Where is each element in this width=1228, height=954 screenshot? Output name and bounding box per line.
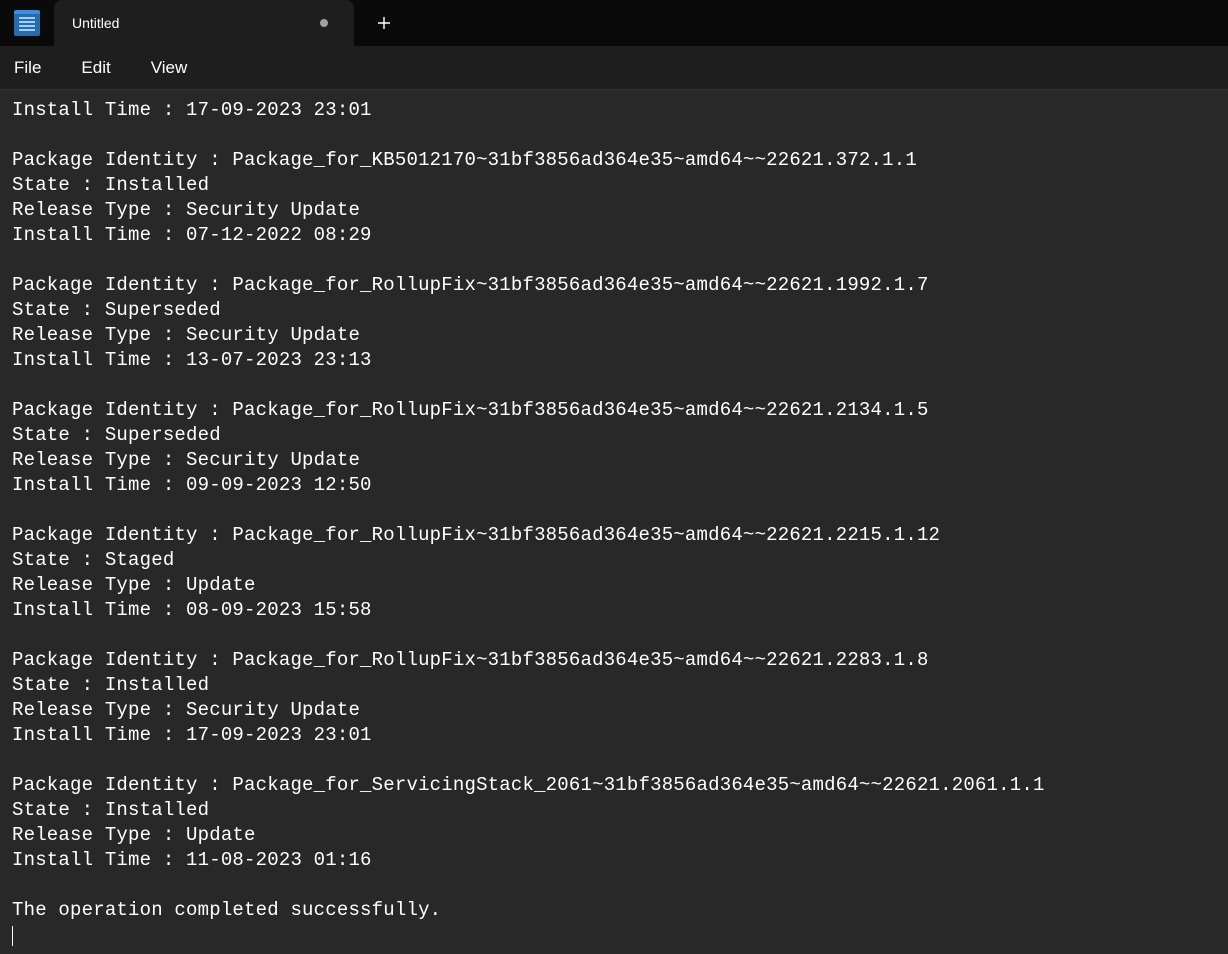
text-cursor	[12, 926, 13, 946]
menu-file[interactable]: File	[10, 54, 45, 82]
titlebar: Untitled	[0, 0, 1228, 46]
menu-view[interactable]: View	[147, 54, 192, 82]
tab-title: Untitled	[72, 15, 320, 31]
tab-modified-indicator-icon	[320, 19, 328, 27]
notepad-app-icon	[14, 10, 40, 36]
editor-text-content: Install Time : 17-09-2023 23:01 Package …	[12, 99, 1045, 921]
menubar: File Edit View	[0, 46, 1228, 90]
menu-edit[interactable]: Edit	[77, 54, 114, 82]
text-editor-area[interactable]: Install Time : 17-09-2023 23:01 Package …	[0, 90, 1228, 954]
document-tab[interactable]: Untitled	[54, 0, 354, 46]
new-tab-button[interactable]	[364, 0, 404, 46]
plus-icon	[377, 16, 391, 30]
